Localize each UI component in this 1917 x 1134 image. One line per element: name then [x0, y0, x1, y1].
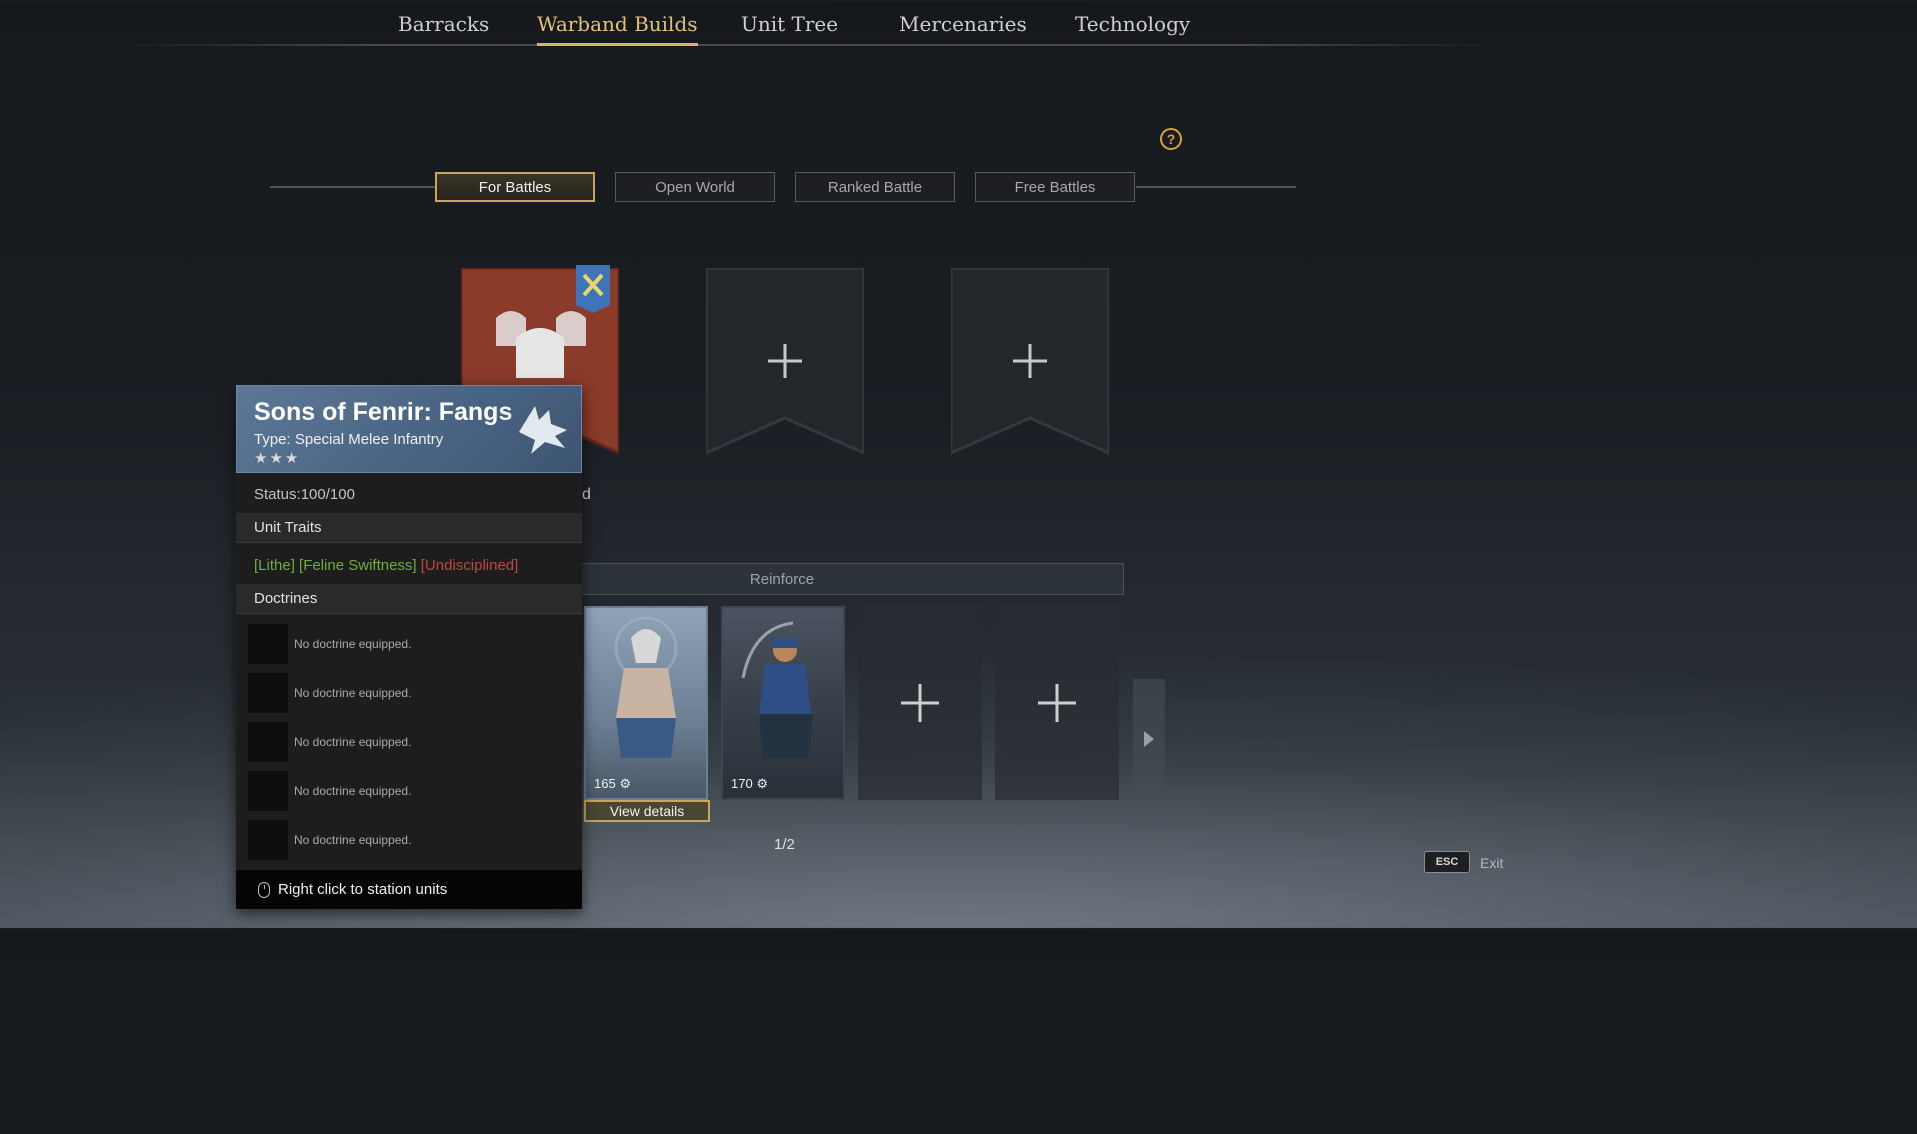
- nav-tab-technology[interactable]: Technology: [1075, 12, 1190, 36]
- wolf-head-icon: [519, 406, 567, 454]
- trait-lithe: [Lithe]: [254, 557, 295, 574]
- doctrine-slot: No doctrine equipped.: [248, 722, 568, 762]
- nav-tab-warband-builds[interactable]: Warband Builds: [537, 12, 698, 46]
- mode-tab-for-battles[interactable]: For Battles: [435, 172, 595, 202]
- doctrine-icon-slot: [248, 820, 288, 860]
- doctrine-slot: No doctrine equipped.: [248, 771, 568, 811]
- page-indicator: 1/2: [774, 836, 795, 853]
- doctrine-text: No doctrine equipped.: [294, 784, 412, 798]
- doctrine-slot: No doctrine equipped.: [248, 624, 568, 664]
- plus-icon: [901, 684, 939, 722]
- doctrine-slot: No doctrine equipped.: [248, 673, 568, 713]
- doctrine-icon-slot: [248, 771, 288, 811]
- unit-type: Type: Special Melee Infantry: [254, 431, 444, 448]
- unit-cost: 170 ⚙: [731, 776, 768, 791]
- doctrine-text: No doctrine equipped.: [294, 686, 412, 700]
- plus-icon: [768, 344, 802, 378]
- unit-traits-list: [Lithe] [Feline Swiftness] [Undiscipline…: [236, 551, 582, 581]
- doctrine-text: No doctrine equipped.: [294, 833, 412, 847]
- trait-feline-swiftness: [Feline Swiftness]: [299, 557, 417, 574]
- warband-name-fragment: d: [582, 486, 591, 503]
- doctrines-header: Doctrines: [236, 584, 582, 614]
- mode-divider-right: [1136, 186, 1296, 188]
- scimitar-warrior-portrait: [741, 621, 813, 758]
- unit-card-2[interactable]: 170 ⚙: [721, 606, 845, 800]
- plus-icon: [1013, 344, 1047, 378]
- tooltip-header: Sons of Fenrir: Fangs Type: Special Mele…: [236, 385, 582, 473]
- crossed-swords-icon: [576, 265, 610, 313]
- next-page-arrow[interactable]: [1133, 679, 1165, 801]
- gear-icon: ⚙: [619, 776, 631, 791]
- wolf-pelt-warrior-portrait: [614, 616, 678, 758]
- station-units-hint: Right click to station units: [278, 881, 448, 898]
- unit-card-1[interactable]: 165 ⚙: [584, 606, 708, 800]
- unit-star-rating: ★★★: [254, 450, 301, 467]
- unit-tooltip: Sons of Fenrir: Fangs Type: Special Mele…: [236, 385, 582, 909]
- doctrine-text: No doctrine equipped.: [294, 735, 412, 749]
- help-icon[interactable]: ?: [1160, 128, 1182, 150]
- esc-key-button[interactable]: ESC: [1424, 851, 1470, 873]
- unit-card-empty-2[interactable]: [995, 606, 1119, 800]
- mode-tab-ranked-battle[interactable]: Ranked Battle: [795, 172, 955, 202]
- unit-name: Sons of Fenrir: Fangs: [254, 398, 513, 426]
- warband-banner-3[interactable]: [951, 268, 1109, 478]
- gear-icon: ⚙: [756, 776, 768, 791]
- mouse-icon: [258, 882, 270, 898]
- doctrine-icon-slot: [248, 673, 288, 713]
- unit-status: Status:100/100: [254, 486, 355, 503]
- nav-underline: [110, 44, 1508, 46]
- view-details-button[interactable]: View details: [584, 800, 710, 822]
- exit-label[interactable]: Exit: [1480, 855, 1503, 871]
- plus-icon: [1038, 684, 1076, 722]
- doctrine-icon-slot: [248, 722, 288, 762]
- nav-tab-unit-tree[interactable]: Unit Tree: [741, 12, 838, 36]
- mode-divider-left: [270, 186, 435, 188]
- warband-banner-2[interactable]: [706, 268, 864, 478]
- tooltip-footer: Right click to station units: [236, 870, 582, 909]
- mode-tab-open-world[interactable]: Open World: [615, 172, 775, 202]
- trait-undisciplined: [Undisciplined]: [420, 557, 519, 574]
- nav-tab-mercenaries[interactable]: Mercenaries: [899, 12, 1027, 36]
- top-navigation: Barracks Warband Builds Unit Tree Mercen…: [0, 0, 1568, 48]
- nav-tab-barracks[interactable]: Barracks: [398, 12, 489, 36]
- doctrine-slot: No doctrine equipped.: [248, 820, 568, 860]
- unit-cost: 165 ⚙: [594, 776, 631, 791]
- chevron-right-icon: [1144, 731, 1154, 747]
- unit-traits-header: Unit Traits: [236, 513, 582, 543]
- doctrine-icon-slot: [248, 624, 288, 664]
- mode-tab-free-battles[interactable]: Free Battles: [975, 172, 1135, 202]
- unit-card-empty-1[interactable]: [858, 606, 982, 800]
- doctrine-text: No doctrine equipped.: [294, 637, 412, 651]
